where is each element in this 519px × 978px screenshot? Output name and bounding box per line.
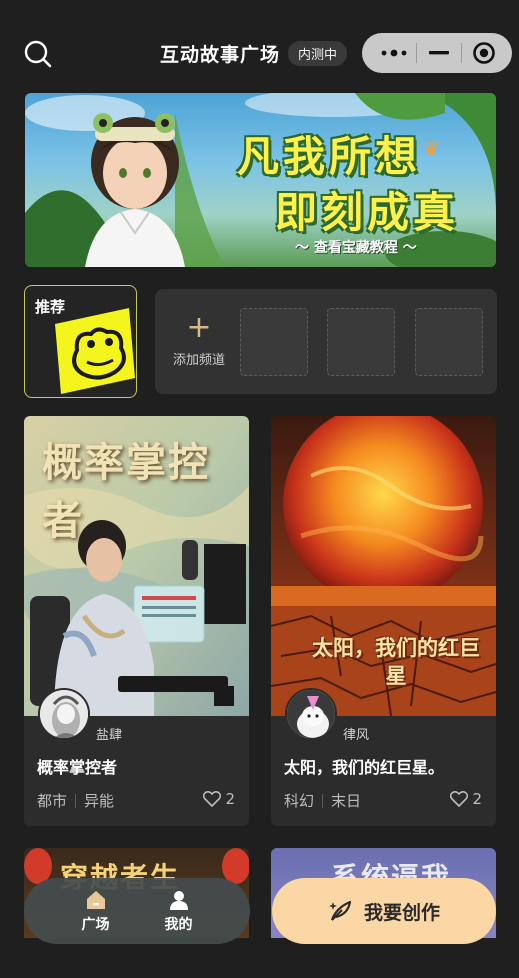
channel-slot-empty[interactable] — [240, 308, 308, 376]
minimize-button[interactable] — [423, 37, 455, 69]
banner-subtitle: ～ 查看宝藏教程 ～ — [295, 240, 417, 256]
author-name[interactable]: 律风 — [343, 724, 369, 743]
story-tag: 科幻 — [284, 792, 315, 810]
story-tags: 都市 异能 — [37, 790, 114, 811]
author-avatar-image — [287, 690, 335, 738]
butterfly-icon: ❦ — [423, 137, 440, 161]
story-cover-title: 概率掌控者 — [42, 439, 210, 544]
close-button[interactable] — [468, 37, 500, 69]
title-group: 互动故事广场 内测中 — [160, 38, 348, 68]
channel-panel: + 添加频道 — [155, 289, 497, 394]
channel-slot-empty[interactable] — [415, 308, 483, 376]
story-title: 概率掌控者 — [37, 758, 118, 777]
target-close-icon — [473, 42, 495, 64]
tag-divider — [322, 793, 324, 808]
heart-icon — [450, 791, 469, 807]
capsule-divider — [461, 43, 462, 63]
channel-recommended[interactable]: 推荐 — [24, 285, 137, 398]
nav-label-plaza: 广场 — [81, 917, 110, 933]
heart-icon — [203, 791, 222, 807]
feather-pen-icon — [328, 900, 352, 921]
story-tags: 科幻 末日 — [284, 790, 361, 811]
minimize-icon — [429, 51, 449, 55]
beta-badge: 内测中 — [288, 40, 348, 66]
story-cover: 概率掌控者 — [24, 416, 249, 716]
add-channel-button[interactable]: + 添加频道 — [169, 313, 229, 373]
banner-headline-1: 凡我所想 — [237, 132, 422, 181]
channel-recommended-label: 推荐 — [35, 298, 66, 316]
plus-icon: + — [186, 310, 212, 345]
more-dots-icon — [381, 49, 407, 57]
tag-divider — [75, 793, 77, 808]
story-tag: 都市 — [37, 792, 68, 810]
create-story-button[interactable]: 我要创作 — [272, 878, 496, 944]
like-count: 2 — [225, 790, 235, 808]
story-card[interactable]: 太阳，我们的红巨星 律风 太阳，我们的红巨星。 科幻 末日 2 — [271, 416, 496, 826]
like-count: 2 — [472, 790, 482, 808]
story-cover: 太阳，我们的红巨星 — [271, 416, 496, 716]
promo-banner[interactable]: 凡我所想 即刻成真 ❦ ～ 查看宝藏教程 ～ — [25, 93, 496, 267]
more-button[interactable] — [378, 37, 410, 69]
like-button[interactable]: 2 — [450, 790, 482, 808]
home-icon — [86, 891, 105, 909]
author-name[interactable]: 盐肆 — [96, 724, 122, 743]
bottom-nav: 广场 我的 — [24, 878, 250, 944]
page-title: 互动故事广场 — [160, 43, 281, 66]
story-cover-title: 太阳，我们的红巨星 — [312, 636, 480, 688]
author-avatar[interactable] — [38, 688, 90, 740]
banner-headline-2: 即刻成真 — [275, 188, 460, 237]
search-icon — [24, 40, 52, 68]
author-avatar-image — [40, 690, 88, 738]
capsule-divider — [416, 43, 417, 63]
nav-label-mine: 我的 — [164, 917, 193, 933]
add-channel-label: 添加频道 — [172, 353, 225, 368]
story-tag: 末日 — [331, 792, 362, 810]
top-bar: 互动故事广场 内测中 — [0, 0, 519, 90]
story-title: 太阳，我们的红巨星。 — [284, 758, 445, 777]
story-tag: 异能 — [84, 792, 115, 810]
author-avatar[interactable] — [285, 688, 337, 740]
channel-slot-empty[interactable] — [327, 308, 395, 376]
nav-item-plaza[interactable]: 广场 — [82, 888, 110, 934]
create-story-label: 我要创作 — [363, 901, 440, 924]
like-button[interactable]: 2 — [203, 790, 235, 808]
search-button[interactable] — [22, 38, 54, 70]
story-card[interactable]: 概率掌控者 盐肆 概率掌控者 都市 异能 2 — [24, 416, 249, 826]
mini-program-capsule — [362, 33, 512, 73]
nav-item-mine[interactable]: 我的 — [165, 888, 193, 934]
user-icon — [169, 891, 188, 910]
